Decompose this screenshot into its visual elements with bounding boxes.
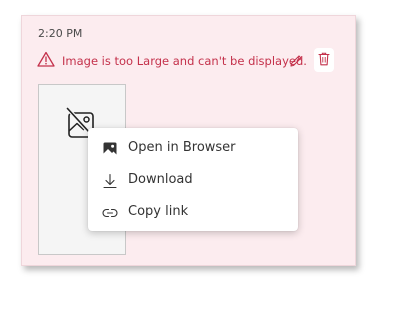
menu-item-label: Open in Browser bbox=[128, 140, 236, 155]
error-message: Image is too Large and can't be displaye… bbox=[62, 54, 307, 68]
pencil-icon[interactable] bbox=[288, 53, 304, 69]
menu-item-open-in-browser[interactable]: Open in Browser bbox=[88, 133, 298, 163]
warning-triangle-icon bbox=[37, 51, 55, 71]
menu-item-copy-link[interactable]: Copy link bbox=[88, 197, 298, 227]
trash-icon bbox=[318, 51, 330, 70]
image-icon bbox=[102, 141, 118, 157]
context-menu: Open in Browser Download Copy link bbox=[88, 128, 298, 231]
menu-item-download[interactable]: Download bbox=[88, 165, 298, 195]
message-timestamp: 2:20 PM bbox=[38, 27, 83, 40]
menu-item-label: Download bbox=[128, 172, 193, 187]
error-row: Image is too Large and can't be displaye… bbox=[37, 51, 307, 71]
link-icon bbox=[102, 205, 118, 221]
menu-item-label: Copy link bbox=[128, 204, 189, 219]
download-icon bbox=[102, 173, 118, 189]
delete-button[interactable] bbox=[314, 48, 334, 72]
